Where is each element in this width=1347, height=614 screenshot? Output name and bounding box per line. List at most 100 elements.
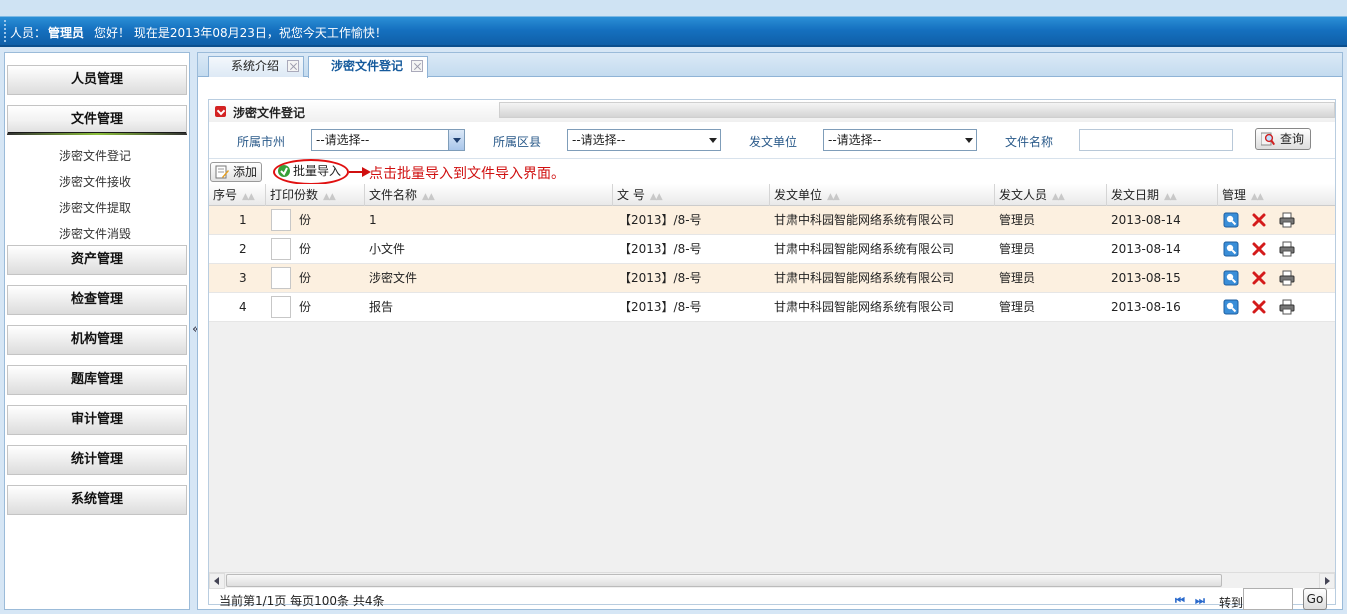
scroll-thumb[interactable]	[226, 574, 1222, 587]
delete-icon[interactable]	[1251, 299, 1267, 315]
menu-inspection[interactable]: 检查管理	[7, 285, 187, 315]
close-icon[interactable]	[411, 60, 424, 72]
menu-audit[interactable]: 审计管理	[7, 405, 187, 435]
menu-personnel[interactable]: 人员管理	[7, 65, 187, 95]
pager-bar: 当前第1/1页 每页100条 共4条 ⏮ ⏭ 转到 Go	[209, 588, 1335, 610]
table-row[interactable]: 1 份 1 【2013】/8-号 甘肃中科园智能网络系统有限公司 管理员 2013-08-1…	[209, 206, 1335, 235]
first-page-icon[interactable]: ⏮	[1175, 594, 1185, 608]
file-name: 涉密文件	[369, 271, 418, 285]
view-icon[interactable]	[1223, 212, 1239, 228]
close-icon[interactable]	[287, 60, 300, 72]
delete-icon[interactable]	[1251, 241, 1267, 257]
menu-question-bank[interactable]: 题库管理	[7, 365, 187, 395]
unit-select[interactable]: --请选择--	[823, 129, 977, 151]
column-header-doc-no[interactable]: 文 号 ▲▲	[612, 184, 663, 206]
sort-icon: ▲▲	[1251, 192, 1264, 202]
row-number: 4	[239, 300, 247, 314]
copies-input[interactable]	[271, 209, 291, 231]
column-header-date[interactable]: 发文日期 ▲▲	[1106, 184, 1177, 206]
tab-label: 涉密文件登记	[331, 59, 404, 73]
print-icon[interactable]	[1279, 270, 1295, 286]
menu-organization[interactable]: 机构管理	[7, 325, 187, 355]
sort-icon: ▲▲	[323, 192, 336, 202]
view-icon[interactable]	[1223, 241, 1239, 257]
issuing-unit: 甘肃中科园智能网络系统有限公司	[774, 213, 955, 227]
issuing-unit: 甘肃中科园智能网络系统有限公司	[774, 271, 955, 285]
view-icon[interactable]	[1223, 270, 1239, 286]
goto-page-input[interactable]	[1243, 588, 1293, 610]
column-header-person[interactable]: 发文人员 ▲▲	[994, 184, 1065, 206]
horizontal-scrollbar[interactable]	[209, 572, 1335, 589]
issuer: 管理员	[999, 213, 1036, 227]
tab-strip: 系统介绍 涉密文件登记	[198, 53, 1342, 78]
add-button-label: 添加	[233, 165, 258, 179]
query-button[interactable]: 查询	[1255, 128, 1312, 150]
column-header-unit[interactable]: 发文单位 ▲▲	[769, 184, 840, 206]
chevron-down-icon[interactable]	[448, 130, 464, 150]
menu-file-management[interactable]: 文件管理	[7, 105, 187, 135]
panel-marker-icon	[215, 106, 226, 117]
action-toolbar: 添加 批量导入 点击批量导入到文件导入界面。	[209, 158, 1335, 185]
sub-item-register[interactable]: 涉密文件登记	[5, 147, 185, 164]
scroll-left-icon[interactable]	[209, 573, 225, 589]
print-icon[interactable]	[1279, 299, 1295, 315]
annotation-text: 点击批量导入到文件导入界面。	[369, 166, 565, 182]
county-select[interactable]: --请选择--	[567, 129, 721, 151]
copies-unit: 份	[299, 300, 312, 314]
panel-title: 涉密文件登记	[233, 106, 306, 120]
row-number: 1	[239, 213, 247, 227]
annotation-ellipse	[273, 159, 349, 185]
view-icon[interactable]	[1223, 299, 1239, 315]
scroll-right-icon[interactable]	[1319, 573, 1335, 589]
column-header-copies[interactable]: 打印份数 ▲▲	[265, 184, 336, 206]
sub-item-destroy[interactable]: 涉密文件消毁	[5, 225, 185, 242]
column-header-no[interactable]: 序号 ▲▲	[209, 184, 255, 206]
delete-icon[interactable]	[1251, 212, 1267, 228]
copies-input[interactable]	[271, 296, 291, 318]
print-icon[interactable]	[1279, 212, 1295, 228]
pager-info: 当前第1/1页 每页100条 共4条	[219, 594, 385, 608]
sort-icon: ▲▲	[827, 192, 840, 202]
issuing-unit: 甘肃中科园智能网络系统有限公司	[774, 242, 955, 256]
copies-input[interactable]	[271, 238, 291, 260]
add-button[interactable]: 添加	[210, 162, 263, 182]
print-icon[interactable]	[1279, 241, 1295, 257]
issue-date: 2013-08-16	[1111, 300, 1181, 314]
column-header-manage[interactable]: 管理 ▲▲	[1217, 184, 1264, 206]
menu-system[interactable]: 系统管理	[7, 485, 187, 515]
file-register-panel: 涉密文件登记 所属市州 --请选择-- 所属区县 --请选择-- 发文单位 --…	[208, 99, 1336, 610]
filter-bar: 所属市州 --请选择-- 所属区县 --请选择-- 发文单位 --请选择-- 文…	[209, 126, 1335, 156]
issuing-unit: 甘肃中科园智能网络系统有限公司	[774, 300, 955, 314]
table-row[interactable]: 3 份 涉密文件 【2013】/8-号 甘肃中科园智能网络系统有限公司 管理员 2013-0…	[209, 264, 1335, 293]
go-button[interactable]: Go	[1303, 588, 1327, 610]
tab-system-intro[interactable]: 系统介绍	[208, 56, 305, 77]
sidebar: 人员管理 文件管理 涉密文件登记 涉密文件接收 涉密文件提取 涉密文件消毁 资产…	[4, 52, 190, 610]
county-select-value: --请选择--	[572, 133, 626, 147]
last-page-icon[interactable]: ⏭	[1195, 594, 1205, 608]
copies-unit: 份	[299, 271, 312, 285]
header-bottom-line	[0, 45, 1347, 47]
query-button-label: 查询	[1280, 132, 1305, 146]
delete-icon[interactable]	[1251, 270, 1267, 286]
tab-label: 系统介绍	[231, 59, 280, 73]
sort-icon: ▲▲	[649, 192, 663, 202]
sub-item-receive[interactable]: 涉密文件接收	[5, 173, 185, 190]
table-row[interactable]: 4 份 报告 【2013】/8-号 甘肃中科园智能网络系统有限公司 管理员 2013-08-…	[209, 293, 1335, 322]
issuer: 管理员	[999, 271, 1036, 285]
city-select[interactable]: --请选择--	[311, 129, 465, 151]
filename-input[interactable]	[1079, 129, 1233, 151]
issue-date: 2013-08-15	[1111, 271, 1181, 285]
menu-statistics[interactable]: 统计管理	[7, 445, 187, 475]
column-header-filename[interactable]: 文件名称 ▲▲	[364, 184, 435, 206]
tab-file-register[interactable]: 涉密文件登记	[308, 56, 429, 78]
user-name: 管理员	[48, 26, 85, 40]
main-panel: 系统介绍 涉密文件登记 涉密文件登记 所属市州 --请选择-- 所属区县 --请…	[197, 52, 1343, 610]
city-label: 所属市州	[237, 135, 286, 149]
sort-icon: ▲▲	[1164, 192, 1177, 202]
user-label: 人员：	[10, 26, 47, 40]
unit-select-value: --请选择--	[828, 133, 882, 147]
menu-assets[interactable]: 资产管理	[7, 245, 187, 275]
sub-item-extract[interactable]: 涉密文件提取	[5, 199, 185, 216]
table-row[interactable]: 2 份 小文件 【2013】/8-号 甘肃中科园智能网络系统有限公司 管理员 2013-08…	[209, 235, 1335, 264]
copies-input[interactable]	[271, 267, 291, 289]
